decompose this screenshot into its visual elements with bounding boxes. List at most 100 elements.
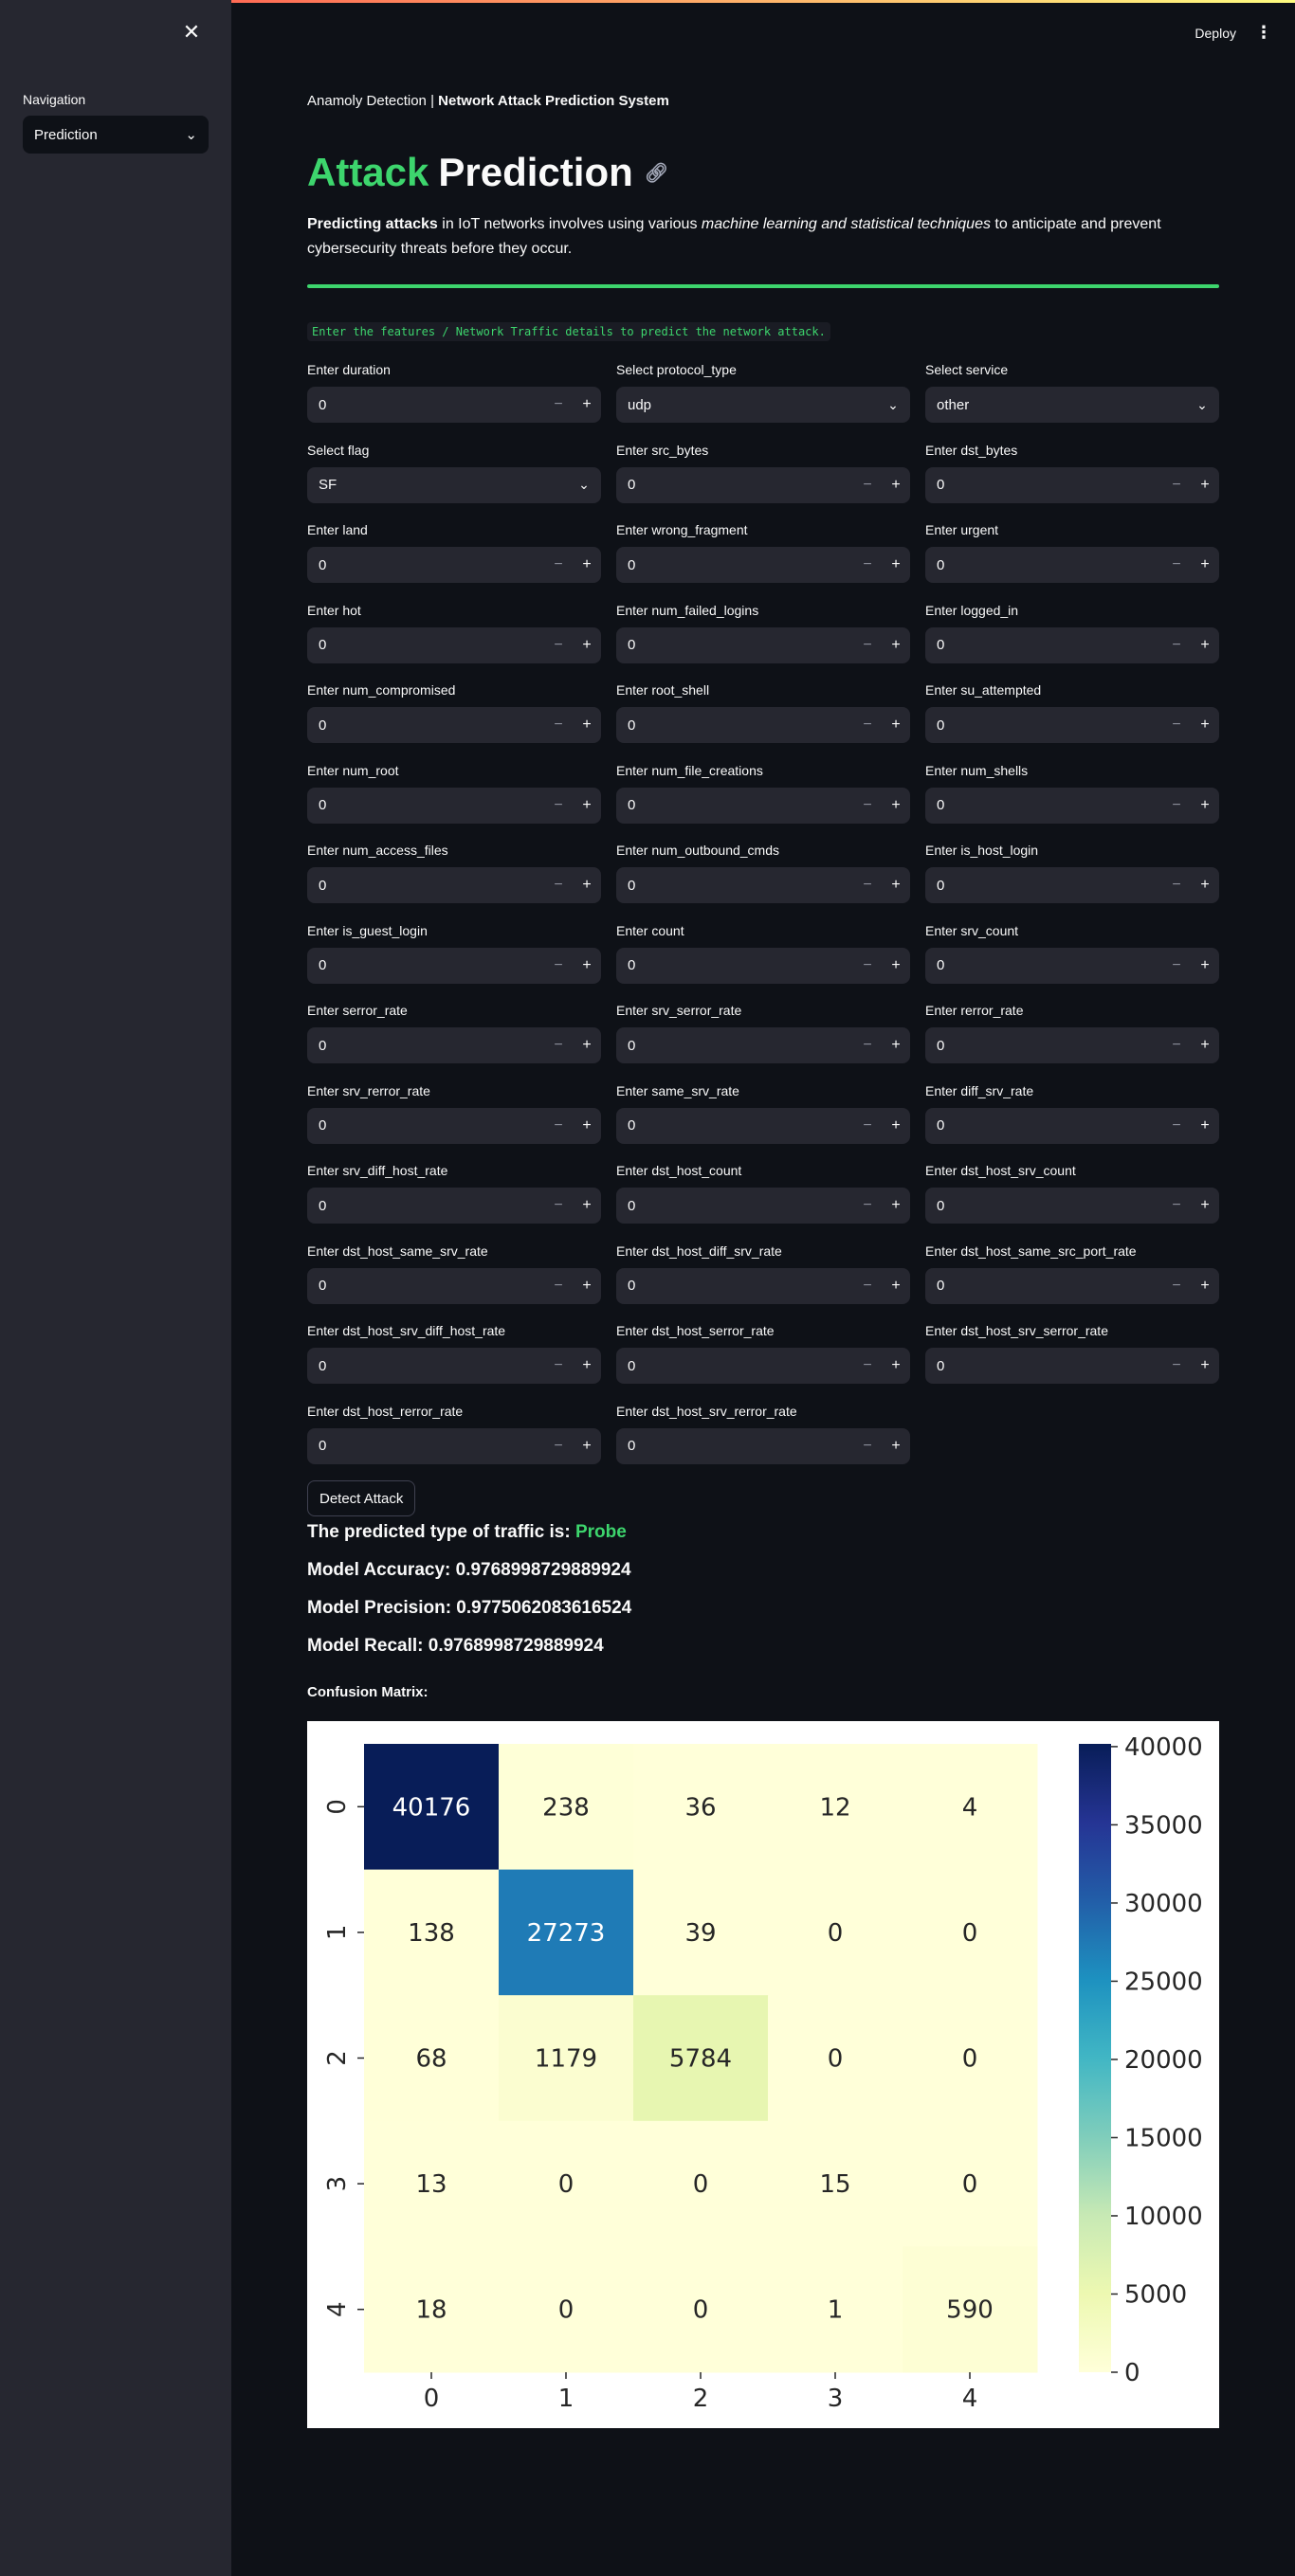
increment-button[interactable]: + [1191,1037,1219,1054]
decrement-button[interactable]: − [544,1278,573,1295]
field-value[interactable]: 0 [307,717,544,734]
field-value[interactable]: 0 [307,397,544,413]
increment-button[interactable]: + [573,1438,601,1455]
field-value[interactable]: 0 [307,1358,544,1374]
decrement-button[interactable]: − [1162,1357,1191,1374]
field-value[interactable]: 0 [616,477,853,493]
su-attempted-number-input[interactable]: 0− + [925,707,1219,743]
increment-button[interactable]: + [1191,877,1219,894]
field-value[interactable]: 0 [307,1198,544,1214]
increment-button[interactable]: + [1191,1357,1219,1374]
decrement-button[interactable]: − [853,1278,882,1295]
increment-button[interactable]: + [573,797,601,814]
deploy-button[interactable]: Deploy [1195,26,1236,41]
link-icon[interactable]: 🔗︎ [645,161,668,185]
field-value[interactable]: 0 [616,1198,853,1214]
is-host-login-number-input[interactable]: 0− + [925,867,1219,903]
increment-button[interactable]: + [882,1197,910,1214]
increment-button[interactable]: + [573,1197,601,1214]
decrement-button[interactable]: − [544,877,573,894]
srv-rerror-rate-number-input[interactable]: 0− + [307,1107,601,1144]
decrement-button[interactable]: − [544,1357,573,1374]
decrement-button[interactable]: − [544,717,573,734]
dst-bytes-number-input[interactable]: 0− + [925,466,1219,503]
decrement-button[interactable]: − [853,877,882,894]
decrement-button[interactable]: − [544,1438,573,1455]
increment-button[interactable]: + [882,1438,910,1455]
decrement-button[interactable]: − [853,637,882,654]
field-value[interactable]: 0 [616,557,853,573]
increment-button[interactable]: + [1191,957,1219,974]
is-guest-login-number-input[interactable]: 0− + [307,947,601,984]
field-value[interactable]: 0 [307,878,544,894]
field-value[interactable]: 0 [616,1278,853,1294]
dst-host-count-number-input[interactable]: 0− + [616,1188,910,1224]
field-value[interactable]: 0 [616,878,853,894]
decrement-button[interactable]: − [1162,1278,1191,1295]
num-failed-logins-number-input[interactable]: 0− + [616,626,910,663]
field-value[interactable]: 0 [616,1358,853,1374]
decrement-button[interactable]: − [544,1197,573,1214]
field-value[interactable]: 0 [925,1278,1162,1294]
srv-diff-host-rate-number-input[interactable]: 0− + [307,1188,601,1224]
increment-button[interactable]: + [573,637,601,654]
field-value[interactable]: 0 [925,637,1162,653]
dst-host-serror-rate-number-input[interactable]: 0− + [616,1348,910,1384]
root-shell-number-input[interactable]: 0− + [616,707,910,743]
decrement-button[interactable]: − [853,477,882,494]
dst-host-rerror-rate-number-input[interactable]: 0− + [307,1427,601,1464]
close-icon[interactable]: ✕ [180,21,203,44]
decrement-button[interactable]: − [544,637,573,654]
num-root-number-input[interactable]: 0− + [307,787,601,824]
decrement-button[interactable]: − [1162,1117,1191,1134]
decrement-button[interactable]: − [1162,1037,1191,1054]
increment-button[interactable]: + [1191,556,1219,573]
increment-button[interactable]: + [573,877,601,894]
increment-button[interactable]: + [573,396,601,413]
decrement-button[interactable]: − [853,717,882,734]
field-value[interactable]: 0 [307,1438,544,1454]
increment-button[interactable]: + [1191,1278,1219,1295]
decrement-button[interactable]: − [1162,556,1191,573]
kebab-menu-icon[interactable]: ⋮ [1255,23,1272,43]
num-access-files-number-input[interactable]: 0− + [307,867,601,903]
increment-button[interactable]: + [882,637,910,654]
increment-button[interactable]: + [882,477,910,494]
service-select[interactable]: other ⌄ [925,387,1219,423]
field-value[interactable]: 0 [925,1198,1162,1214]
decrement-button[interactable]: − [544,797,573,814]
decrement-button[interactable]: − [544,957,573,974]
field-value[interactable]: 0 [307,557,544,573]
field-value[interactable]: 0 [307,957,544,973]
increment-button[interactable]: + [1191,797,1219,814]
dst-host-srv-serror-rate-number-input[interactable]: 0− + [925,1348,1219,1384]
increment-button[interactable]: + [1191,1117,1219,1134]
field-value[interactable]: 0 [307,637,544,653]
increment-button[interactable]: + [882,1278,910,1295]
decrement-button[interactable]: − [853,1117,882,1134]
decrement-button[interactable]: − [853,1438,882,1455]
field-value[interactable]: 0 [925,797,1162,813]
duration-number-input[interactable]: 0− + [307,387,601,423]
increment-button[interactable]: + [573,957,601,974]
decrement-button[interactable]: − [1162,877,1191,894]
protocol-type-select[interactable]: udp ⌄ [616,387,910,423]
decrement-button[interactable]: − [853,957,882,974]
dst-host-srv-count-number-input[interactable]: 0− + [925,1188,1219,1224]
dst-host-same-srv-rate-number-input[interactable]: 0− + [307,1267,601,1304]
decrement-button[interactable]: − [1162,797,1191,814]
increment-button[interactable]: + [573,1037,601,1054]
increment-button[interactable]: + [882,957,910,974]
decrement-button[interactable]: − [544,556,573,573]
increment-button[interactable]: + [882,877,910,894]
field-value[interactable]: 0 [925,717,1162,734]
num-outbound-cmds-number-input[interactable]: 0− + [616,867,910,903]
field-value[interactable]: 0 [307,1117,544,1134]
field-value[interactable]: 0 [307,797,544,813]
decrement-button[interactable]: − [544,1117,573,1134]
increment-button[interactable]: + [882,1357,910,1374]
decrement-button[interactable]: − [544,1037,573,1054]
logged-in-number-input[interactable]: 0− + [925,626,1219,663]
decrement-button[interactable]: − [1162,957,1191,974]
field-value[interactable]: 0 [925,1038,1162,1054]
